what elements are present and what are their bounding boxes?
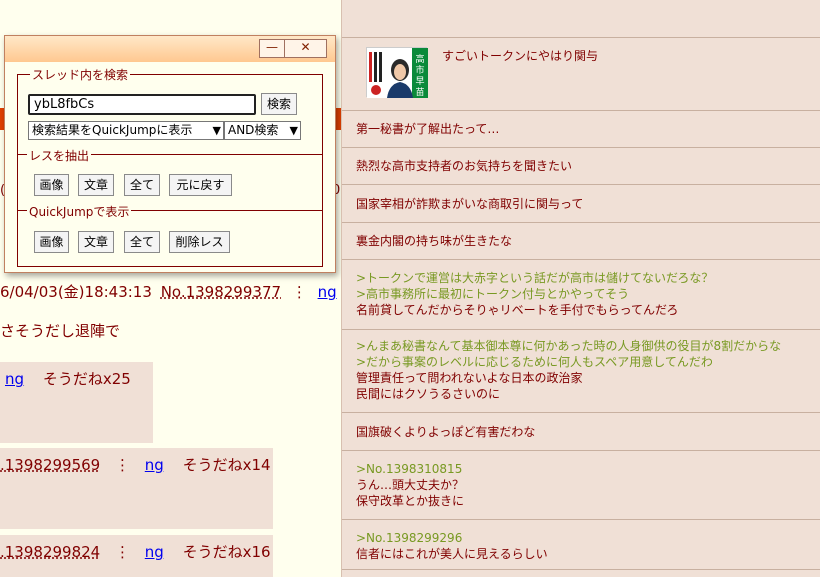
soudane-link[interactable]: そうだねx16 — [183, 543, 271, 561]
item-quote-line: >No.1398299296 — [356, 531, 463, 545]
display-mode-value: 検索結果をQuickJumpに表示 — [32, 123, 193, 137]
extract-restore-button[interactable]: 元に戻す — [169, 174, 232, 196]
post-menu-icon[interactable]: ⋮ — [115, 543, 130, 561]
ng-link[interactable]: ng — [145, 456, 164, 474]
list-item[interactable]: >トークンで運営は大赤字という話だが高市は儲けてないだろな？ >高市事務所に最初… — [342, 260, 820, 330]
list-item[interactable]: 国家宰相が詐欺まがいな商取引に関与って — [342, 185, 820, 223]
thumbnail-image[interactable]: 高 市 早 苗 — [366, 47, 428, 98]
extract-all-button[interactable]: 全て — [124, 174, 160, 196]
ng-link[interactable]: ng — [145, 543, 164, 561]
post-header: 6/04/03(金)18:43:13 No.1398299377 ⋮ ng そ — [0, 281, 341, 302]
list-item[interactable]: >んまあ秘書なんて基本御本尊に何かあった時の人身御供の役目が8割だからな >だか… — [342, 330, 820, 413]
post-menu-icon[interactable]: ⋮ — [292, 283, 307, 301]
chevron-down-icon: ▼ — [212, 124, 221, 137]
item-line: 熱烈な高市支持者のお気持ちを聞きたい — [356, 159, 573, 173]
ng-link[interactable]: ng — [318, 283, 337, 301]
portrait-icon: 高 市 早 苗 — [367, 48, 428, 98]
thumb-name-char: 早 — [415, 76, 424, 87]
list-item[interactable]: 裏金内閣の持ち味が生きたな — [342, 223, 820, 260]
post-date: 6/04/03(金)18:43:13 — [0, 283, 152, 301]
post-number[interactable]: .1398299569 — [0, 456, 100, 474]
quickjump-label: QuickJumpで表示 — [27, 203, 132, 220]
quickjump-panel: 高 市 早 苗 すごいトークンにやはり関与 第一秘書が了解出たって… 熱烈な高市… — [341, 0, 820, 577]
list-item[interactable]: 国旗破くよりよっぽど有害だわな — [342, 413, 820, 451]
quickjump-text-button[interactable]: 文章 — [78, 231, 114, 253]
item-line: すごいトークンにやはり関与 — [442, 49, 599, 63]
list-item[interactable]: >No.1398299296 信者にはこれが美人に見えるらしい — [342, 520, 820, 570]
list-item[interactable]: 熱烈な高市支持者のお気持ちを聞きたい — [342, 148, 820, 185]
item-line: 裏金内閣の持ち味が生きたな — [356, 234, 513, 248]
search-mode-value: AND検索 — [228, 123, 279, 137]
reply-post: .1398299569 ⋮ ng そうだねx14 — [0, 448, 273, 529]
item-quote-line: >No.1398310815 — [356, 462, 463, 476]
minimize-icon[interactable]: — — [260, 40, 284, 57]
post-number[interactable]: .1398299824 — [0, 543, 100, 561]
dialog-titlebar[interactable]: — ✕ — [5, 36, 335, 62]
item-line: 名前貸してんだからそりゃリベートを手付でもらってんだろ — [356, 303, 679, 317]
list-item[interactable]: 第一秘書が了解出たって… — [342, 111, 820, 148]
item-line: 管理責任って問われないよな日本の政治家 — [356, 371, 583, 385]
item-line: 信者にはこれが美人に見えるらしい — [356, 547, 548, 561]
search-input[interactable] — [28, 94, 256, 115]
extract-text-button[interactable]: 文章 — [78, 174, 114, 196]
thumb-name-char: 市 — [415, 64, 424, 76]
item-quote-line: >トークンで運営は大赤字という話だが高市は儲けてないだろな？ — [356, 271, 714, 285]
item-quote-line: >高市事務所に最初にトークン付与とかやってそう — [356, 287, 630, 301]
item-line: 民間にはクソうるさいのに — [356, 387, 501, 401]
item-line: 保守改革とか抜きに — [356, 494, 465, 508]
thumb-name-char: 苗 — [415, 87, 424, 98]
panel-header-spacer — [342, 0, 820, 38]
quickjump-all-button[interactable]: 全て — [124, 231, 160, 253]
item-quote-line: >んまあ秘書なんて基本御本尊に何かあった時の人身御供の役目が8割だからな — [356, 339, 782, 353]
display-mode-select[interactable]: 検索結果をQuickJumpに表示 ▼ — [28, 121, 224, 140]
quickjump-deleted-button[interactable]: 削除レス — [169, 231, 230, 253]
extract-image-button[interactable]: 画像 — [34, 174, 69, 196]
item-line: 国旗破くよりよっぽど有害だわな — [356, 425, 536, 439]
list-item[interactable]: >No.1398310815 うん…頭大丈夫か？ 保守改革とか抜きに — [342, 451, 820, 520]
chevron-down-icon: ▼ — [289, 124, 298, 137]
post-body: さそうだし退陣で — [0, 322, 121, 340]
post-number[interactable]: No.1398299377 — [161, 283, 281, 301]
soudane-link[interactable]: そうだねx14 — [183, 456, 271, 474]
close-icon[interactable]: ✕ — [284, 40, 326, 57]
search-legend: スレッド内を検索 — [30, 66, 131, 83]
item-line: 国家宰相が詐欺まがいな商取引に関与って — [356, 197, 584, 211]
list-item[interactable]: 高 市 早 苗 すごいトークンにやはり関与 — [342, 38, 820, 111]
reply-post: ng そうだねx25 — [0, 362, 153, 443]
thread-search-dialog: — ✕ スレッド内を検索 検索 検索結果をQuickJumpに表示 ▼ AND検… — [4, 35, 336, 273]
thumb-name-char: 高 — [415, 53, 424, 65]
item-quote-line: >だから事案のレベルに応じるために何人もスペア用意してんだわ — [356, 355, 713, 369]
search-button[interactable]: 検索 — [261, 93, 297, 115]
soudane-link[interactable]: そうだねx25 — [43, 370, 131, 388]
quickjump-image-button[interactable]: 画像 — [34, 231, 69, 253]
item-line: うん…頭大丈夫か？ — [356, 478, 465, 492]
dialog-window-controls: — ✕ — [259, 39, 327, 58]
extract-label: レスを抽出 — [27, 147, 92, 164]
post-menu-icon[interactable]: ⋮ — [115, 456, 130, 474]
search-mode-select[interactable]: AND検索 ▼ — [224, 121, 301, 140]
ng-link[interactable]: ng — [5, 370, 24, 388]
item-line: 第一秘書が了解出たって… — [356, 122, 500, 136]
reply-post: .1398299824 ⋮ ng そうだねx16 — [0, 535, 273, 577]
